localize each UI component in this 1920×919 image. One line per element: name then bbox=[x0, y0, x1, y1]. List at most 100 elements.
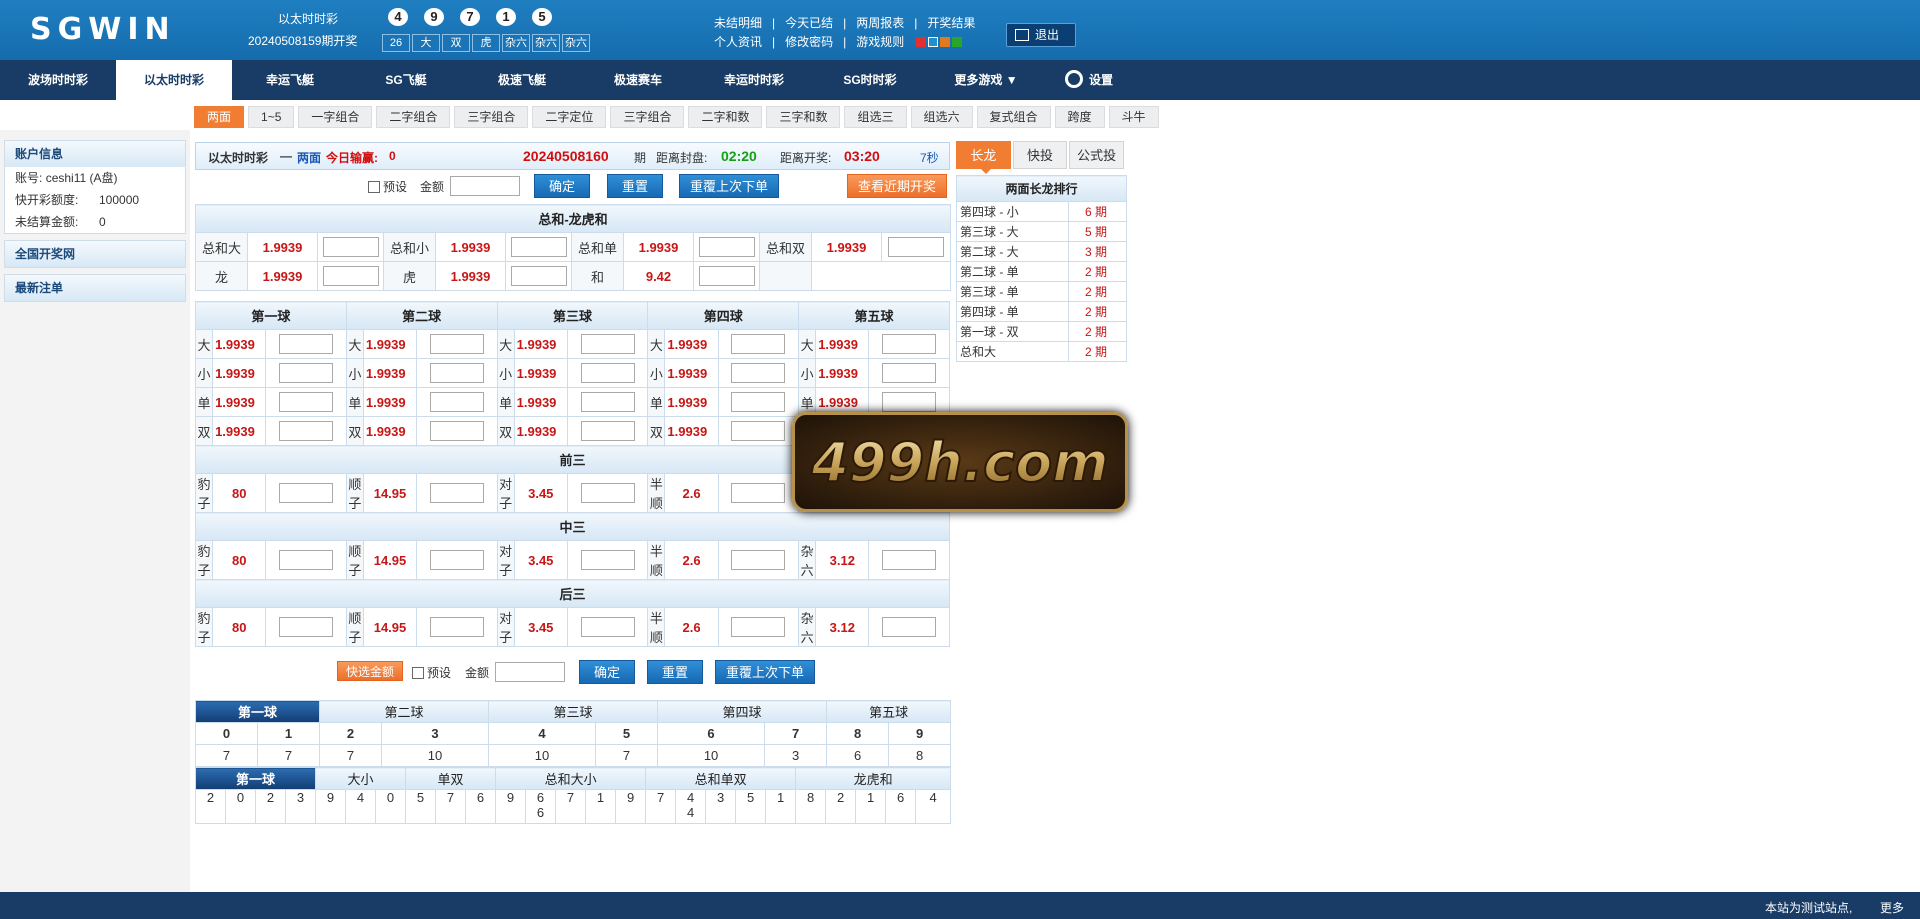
group-bet-input[interactable] bbox=[731, 483, 786, 503]
ball-bet-input[interactable] bbox=[731, 421, 786, 441]
ball-bet-input[interactable] bbox=[580, 363, 635, 383]
group-bet-input[interactable] bbox=[731, 550, 786, 570]
nav-item[interactable]: 幸运飞艇 bbox=[232, 60, 348, 100]
play-tab[interactable]: 一字组合 bbox=[298, 106, 373, 128]
trend-tab[interactable]: 大小 bbox=[315, 767, 407, 790]
confirm-button-bottom[interactable]: 确定 bbox=[579, 660, 636, 684]
theme-swatch-red[interactable] bbox=[916, 37, 927, 47]
link-today-settled[interactable]: 今天已结 bbox=[785, 14, 833, 33]
link-rules[interactable]: 游戏规则 bbox=[856, 33, 904, 52]
stats-ball-tab-active[interactable]: 第一球 bbox=[194, 700, 321, 723]
ball-bet-input[interactable] bbox=[731, 363, 786, 383]
sum-bet-input[interactable] bbox=[510, 266, 567, 286]
reset-button[interactable]: 重置 bbox=[607, 174, 664, 198]
nav-item[interactable]: SG飞艇 bbox=[348, 60, 464, 100]
stats-ball-tab[interactable]: 第四球 bbox=[657, 700, 828, 723]
play-tab[interactable]: 二字组合 bbox=[376, 106, 451, 128]
confirm-button[interactable]: 确定 bbox=[534, 174, 591, 198]
nav-item[interactable]: 幸运时时彩 bbox=[696, 60, 812, 100]
ball-bet-input[interactable] bbox=[882, 392, 937, 412]
ball-bet-input[interactable] bbox=[580, 334, 635, 354]
play-tab[interactable]: 1~5 bbox=[248, 106, 295, 128]
tab-formula-bet[interactable]: 公式投 bbox=[1069, 141, 1125, 169]
ball-bet-input[interactable] bbox=[580, 392, 635, 412]
group-bet-input[interactable] bbox=[279, 483, 334, 503]
sum-bet-input[interactable] bbox=[322, 266, 379, 286]
refresh-timer[interactable]: 7秒 bbox=[920, 149, 939, 166]
nav-item[interactable]: SG时时彩 bbox=[812, 60, 928, 100]
group-bet-input[interactable] bbox=[731, 617, 786, 637]
ball-bet-input[interactable] bbox=[429, 363, 484, 383]
preset-checkbox[interactable] bbox=[412, 667, 424, 679]
group-bet-input[interactable] bbox=[580, 483, 635, 503]
nav-item[interactable]: 波场时时彩 bbox=[0, 60, 116, 100]
theme-swatch-green[interactable] bbox=[952, 37, 963, 47]
national-results-link[interactable]: 全国开奖网 bbox=[5, 241, 185, 267]
ball-bet-input[interactable] bbox=[279, 334, 334, 354]
sum-bet-input[interactable] bbox=[510, 237, 567, 257]
group-bet-input[interactable] bbox=[429, 617, 484, 637]
national-results-box[interactable]: 全国开奖网 bbox=[4, 240, 186, 268]
preset-checkbox[interactable] bbox=[368, 181, 380, 193]
ball-bet-input[interactable] bbox=[279, 363, 334, 383]
sum-bet-input[interactable] bbox=[888, 237, 945, 257]
theme-swatch-blue[interactable] bbox=[928, 37, 939, 47]
preset-toggle[interactable]: 预设 bbox=[368, 178, 407, 195]
group-bet-input[interactable] bbox=[580, 550, 635, 570]
ball-bet-input[interactable] bbox=[429, 421, 484, 441]
trend-tab[interactable]: 龙虎和 bbox=[795, 767, 952, 790]
play-tab-active[interactable]: 两面 bbox=[194, 106, 245, 128]
trend-tab[interactable]: 总和大小 bbox=[495, 767, 647, 790]
stats-ball-tab[interactable]: 第二球 bbox=[319, 700, 490, 723]
trend-tab-active[interactable]: 第一球 bbox=[194, 767, 317, 790]
play-tab[interactable]: 二字定位 bbox=[532, 106, 607, 128]
group-bet-input[interactable] bbox=[279, 617, 334, 637]
recent-results-button[interactable]: 查看近期开奖 bbox=[847, 174, 948, 198]
link-results[interactable]: 开奖结果 bbox=[927, 14, 975, 33]
play-tab[interactable]: 三字组合 bbox=[610, 106, 685, 128]
ball-bet-input[interactable] bbox=[279, 392, 334, 412]
sum-bet-input[interactable] bbox=[698, 237, 755, 257]
repeat-last-button-bottom[interactable]: 重覆上次下单 bbox=[715, 660, 816, 684]
play-tab[interactable]: 组选三 bbox=[844, 106, 907, 128]
play-tab[interactable]: 斗牛 bbox=[1108, 106, 1159, 128]
group-bet-input[interactable] bbox=[429, 483, 484, 503]
ball-bet-input[interactable] bbox=[580, 421, 635, 441]
ball-bet-input[interactable] bbox=[882, 334, 937, 354]
amount-input[interactable] bbox=[450, 176, 520, 196]
nav-item-active[interactable]: 以太时时彩 bbox=[116, 60, 232, 100]
play-tab[interactable]: 组选六 bbox=[910, 106, 973, 128]
reset-button-bottom[interactable]: 重置 bbox=[647, 660, 704, 684]
stats-ball-tab[interactable]: 第三球 bbox=[488, 700, 659, 723]
footer-more[interactable]: 更多 bbox=[1880, 899, 1904, 916]
quick-amount-button[interactable]: 快选金额 bbox=[337, 661, 404, 681]
nav-item[interactable]: 极速赛车 bbox=[580, 60, 696, 100]
nav-item-more-games[interactable]: 更多游戏 ▼ bbox=[928, 60, 1044, 100]
ball-bet-input[interactable] bbox=[731, 334, 786, 354]
stats-ball-tab[interactable]: 第五球 bbox=[826, 700, 952, 723]
preset-toggle-bottom[interactable]: 预设 bbox=[412, 664, 451, 681]
link-change-password[interactable]: 修改密码 bbox=[785, 33, 833, 52]
ball-bet-input[interactable] bbox=[731, 392, 786, 412]
theme-swatch-orange[interactable] bbox=[940, 37, 951, 47]
play-tab[interactable]: 复式组合 bbox=[976, 106, 1051, 128]
group-bet-input[interactable] bbox=[429, 550, 484, 570]
tab-quick-bet[interactable]: 快投 bbox=[1012, 141, 1068, 169]
nav-settings[interactable]: 设置 bbox=[1044, 60, 1134, 100]
ball-bet-input[interactable] bbox=[429, 392, 484, 412]
repeat-last-button[interactable]: 重覆上次下单 bbox=[679, 174, 780, 198]
ball-bet-input[interactable] bbox=[429, 334, 484, 354]
amount-input-bottom[interactable] bbox=[495, 662, 565, 682]
ball-bet-input[interactable] bbox=[882, 363, 937, 383]
group-bet-input[interactable] bbox=[580, 617, 635, 637]
tab-changlong[interactable]: 长龙 bbox=[956, 141, 1011, 174]
group-bet-input[interactable] bbox=[882, 550, 937, 570]
play-tab[interactable]: 三字和数 bbox=[766, 106, 841, 128]
logout-button[interactable]: 退出 bbox=[1006, 23, 1076, 47]
play-tab[interactable]: 跨度 bbox=[1054, 106, 1105, 128]
latest-bets-link[interactable]: 最新注单 bbox=[5, 275, 185, 301]
nav-item[interactable]: 极速飞艇 bbox=[464, 60, 580, 100]
group-bet-input[interactable] bbox=[882, 617, 937, 637]
trend-tab[interactable]: 单双 bbox=[405, 767, 497, 790]
link-two-week-report[interactable]: 两周报表 bbox=[856, 14, 904, 33]
